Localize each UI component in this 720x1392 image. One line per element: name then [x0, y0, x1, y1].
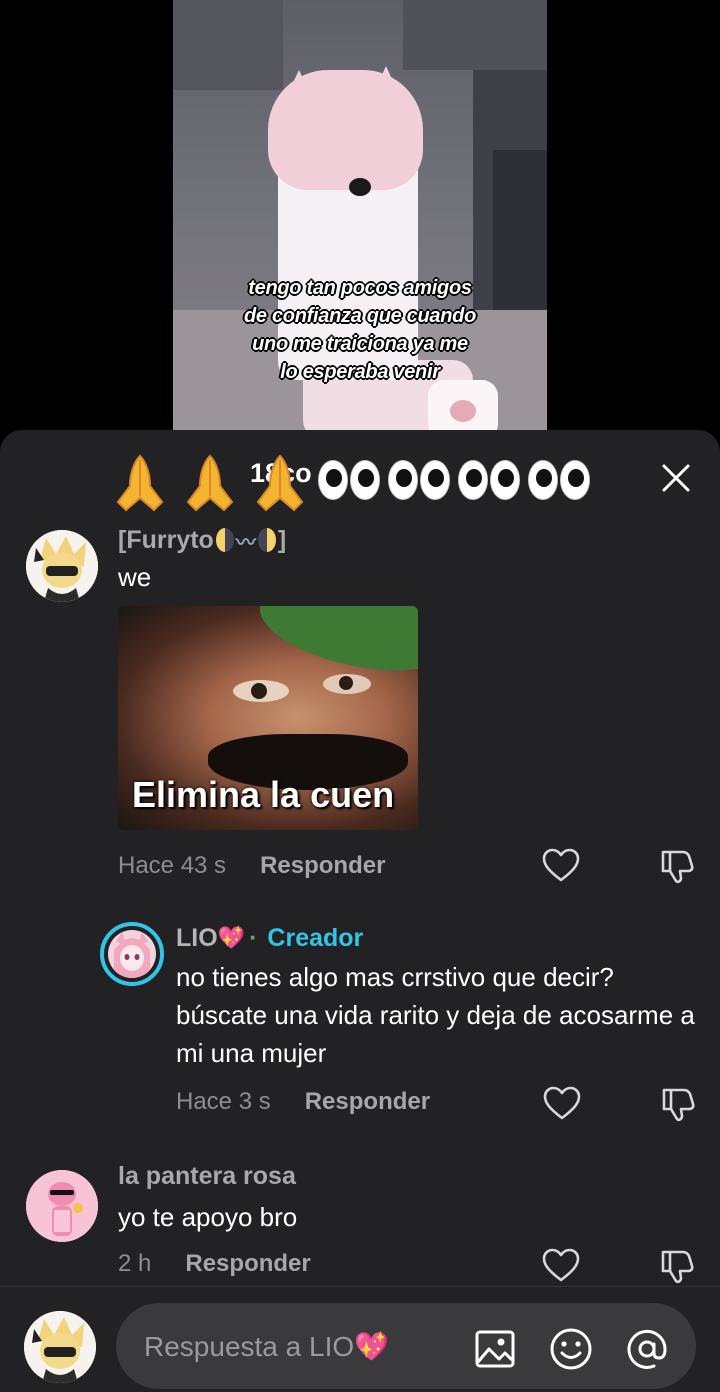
heart-icon — [542, 848, 580, 882]
avatar[interactable] — [26, 1170, 98, 1242]
close-button[interactable] — [652, 454, 700, 502]
creator-badge: Creador — [267, 923, 364, 952]
comment-text: yo te apoyo bro — [118, 1202, 298, 1232]
mention-icon — [627, 1329, 667, 1369]
reply-input-placeholder: Respuesta a LIO💖 — [144, 1330, 389, 1362]
heart-icon — [543, 1086, 581, 1120]
video-bg-block — [173, 0, 283, 90]
video-player[interactable]: tengo tan pocos amigos de confianza que … — [0, 0, 720, 440]
image-button[interactable] — [472, 1326, 518, 1372]
character-hair — [268, 70, 423, 190]
mention-button[interactable] — [624, 1326, 670, 1372]
comment-text: we — [118, 562, 152, 592]
comment-meta: Hace 43 s Responder — [118, 848, 385, 884]
reply-input-bar: Respuesta a LIO💖 — [0, 1286, 720, 1392]
reply-input[interactable]: Respuesta a LIO💖 — [116, 1303, 696, 1389]
eyes-emoji — [458, 460, 520, 500]
comment-time: Hace 43 s — [118, 852, 227, 879]
sticker-caption: Elimina la cuen — [132, 774, 395, 815]
my-avatar[interactable] — [24, 1311, 96, 1383]
comment-time: Hace 3 s — [176, 1088, 271, 1115]
pray-emoji — [252, 452, 308, 514]
comment-meta: Hace 3 s Responder — [176, 1084, 430, 1120]
dislike-button[interactable] — [657, 1246, 697, 1286]
video-caption: tengo tan pocos amigos de confianza que … — [243, 277, 477, 383]
dislike-button[interactable] — [658, 1084, 698, 1124]
comment-text: no tienes algo mas crrstivo que decir? b… — [176, 962, 695, 1068]
like-button[interactable] — [542, 1084, 582, 1124]
emoji-button[interactable] — [548, 1326, 594, 1372]
sticker-cap — [251, 606, 418, 686]
avatar[interactable] — [26, 530, 98, 602]
comments-sheet: 18co [Furryto 〰] we Elimina la cuen Hac… — [0, 430, 720, 1392]
comment-meta: 2 h Responder — [118, 1246, 311, 1282]
dislike-icon — [661, 850, 694, 884]
emoji-icon — [550, 1328, 592, 1370]
comment-username[interactable]: LIO 💖 · Creador — [176, 920, 363, 956]
creator-avatar[interactable] — [100, 922, 164, 986]
like-button[interactable] — [541, 1246, 581, 1286]
eyes-emoji-row — [318, 460, 590, 500]
reply-button[interactable]: Responder — [305, 1088, 430, 1116]
pray-emoji — [112, 452, 168, 514]
sticker-eye — [233, 680, 289, 702]
eyes-emoji — [388, 460, 450, 500]
like-button[interactable] — [541, 846, 581, 886]
eyes-emoji — [528, 460, 590, 500]
video-frame[interactable]: tengo tan pocos amigos de confianza que … — [173, 0, 547, 440]
moon-emoji: 〰 — [215, 526, 276, 555]
sheet-header: 18co — [0, 430, 720, 522]
video-bg-block — [403, 0, 547, 70]
comment-sticker-image[interactable]: Elimina la cuen — [118, 606, 418, 830]
dislike-icon — [661, 1250, 694, 1284]
image-icon — [475, 1330, 515, 1368]
eyes-emoji — [318, 460, 380, 500]
character-eye — [349, 178, 371, 196]
comment-username[interactable]: [Furryto 〰 ] — [118, 522, 286, 558]
reply-button[interactable]: Responder — [185, 1250, 310, 1278]
dislike-button[interactable] — [657, 846, 697, 886]
heart-icon — [542, 1248, 580, 1282]
comment-time: 2 h — [118, 1250, 152, 1277]
close-icon — [662, 464, 690, 492]
reply-button[interactable]: Responder — [260, 852, 385, 880]
heart-emoji: 💖 — [217, 925, 246, 950]
pray-emoji — [182, 452, 238, 514]
dislike-icon — [662, 1088, 695, 1122]
comment-username[interactable]: la pantera rosa — [118, 1158, 296, 1194]
sticker-eye — [323, 674, 371, 694]
